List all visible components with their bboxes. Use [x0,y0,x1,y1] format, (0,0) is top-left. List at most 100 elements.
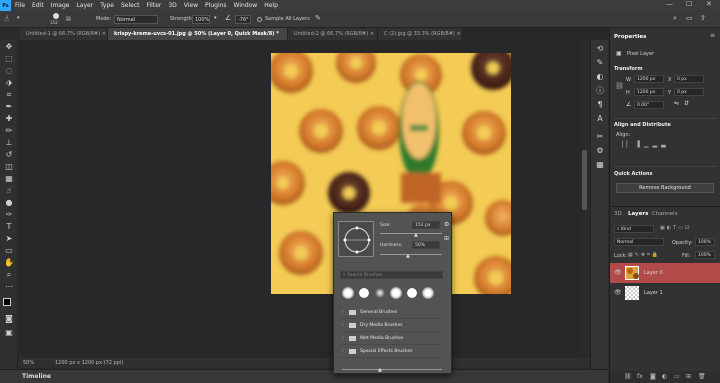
shape-tool-icon[interactable]: ▭ [4,246,14,256]
new-preset-icon[interactable]: ⊞ [444,235,449,242]
quick-mask-icon[interactable]: ◙ [4,314,14,324]
screen-mode-icon[interactable]: ▣ [4,328,14,338]
sample-all-layers-checkbox[interactable] [257,17,262,22]
folder-wet-media-brushes[interactable]: › Wet Media Brushes [340,332,443,345]
search-brushes-input[interactable]: ⌕ Search Brushes [340,271,443,279]
brush-tip-soft[interactable] [390,287,402,299]
angle-input[interactable]: 0.00° [634,101,664,109]
tab-layers[interactable]: Layers [628,211,648,217]
hardness-slider-thumb[interactable]: ▲ [406,253,410,259]
folder-dry-media-brushes[interactable]: › Dry Media Brushes [340,319,443,332]
chevron-right-icon[interactable]: › [103,359,105,365]
brush-settings-icon[interactable]: ▤ [66,16,71,22]
tab-c-2[interactable]: C (2).jpg @ 33.3% (RGB/8#) × [378,28,463,40]
lasso-tool-icon[interactable]: ◌ [4,66,14,76]
history-panel-icon[interactable]: ⟲ [595,44,605,54]
layer-1-name[interactable]: Layer 1 [644,290,663,296]
size-input[interactable]: 152 px [412,221,440,229]
zoom-level[interactable]: 50% [23,360,34,366]
brush-angle-preview[interactable] [338,221,374,257]
link-icon[interactable]: ⛓ [615,82,624,90]
menu-3d[interactable]: 3D [168,2,176,9]
marquee-tool-icon[interactable]: ⬚ [4,54,14,64]
more-tools-icon[interactable]: ⋯ [4,282,14,292]
zoom-tool-icon[interactable]: ⌕ [4,270,14,280]
brush-tip-airbrush[interactable] [422,287,434,299]
flip-horizontal-icon[interactable]: ⇋ [674,100,679,107]
libraries-panel-icon[interactable]: ▦ [595,160,605,170]
brush-panel-icon[interactable]: ✎ [595,58,605,68]
blur-tool-icon[interactable]: ☝ [4,186,14,196]
finger-painting-icon[interactable]: ✎ [315,14,321,22]
align-distribute-header[interactable]: Align and Distribute [614,122,671,128]
hardness-input[interactable]: 50% [412,241,440,249]
blend-mode-select[interactable]: Normal [614,238,664,246]
transform-header[interactable]: Transform [614,66,643,72]
minimize-button[interactable]: — [666,0,673,8]
menu-view[interactable]: View [184,2,198,9]
path-select-tool-icon[interactable]: ➤ [4,234,14,244]
close-window-button[interactable]: ✕ [706,0,712,8]
layer-filter-kind[interactable]: ⌕ Kind [614,225,654,233]
adjustments-panel-icon[interactable]: ◐ [595,72,605,82]
align-icons[interactable]: ▕▏▐▁▂▃ [618,141,670,148]
link-layers-icon[interactable]: ⛓ [624,373,632,380]
menu-window[interactable]: Window [234,2,258,9]
move-tool-icon[interactable]: ✥ [4,42,14,52]
type-tool-icon[interactable]: T [4,222,14,232]
menu-layer[interactable]: Layer [76,2,93,9]
info-panel-icon[interactable]: ⓘ [595,86,605,96]
angle-input[interactable]: -76° [235,15,251,24]
layer-row-layer-1[interactable]: 👁 Layer 1 [610,283,720,303]
tab-krispy-kreme[interactable]: krispy-kreme-uvcs-01.jpg @ 50% (Layer 0,… [108,28,288,40]
preview-size-slider[interactable] [342,369,442,370]
healing-brush-tool-icon[interactable]: ✚ [4,114,14,124]
visibility-eye-icon[interactable]: 👁 [614,269,622,276]
filter-icons[interactable]: ▣◐T▭⊡ [660,225,691,231]
share-icon[interactable]: ⇪ [700,14,706,22]
crop-tool-icon[interactable]: ⌗ [4,90,14,100]
object-select-tool-icon[interactable]: ⬗ [4,78,14,88]
y-input[interactable]: 0 px [674,88,704,96]
dodge-tool-icon[interactable]: ● [4,198,14,208]
preview-slider-thumb[interactable]: ▲ [378,367,382,373]
fill-input[interactable]: 100% [695,251,715,259]
tools-preset-icon[interactable]: ✂ [595,132,605,142]
group-icon[interactable]: ▭ [674,373,680,380]
panel-menu-icon[interactable]: ≡ [710,32,715,39]
smudge-tool-icon[interactable]: ☝ [4,14,9,23]
tab-3d[interactable]: 3D [614,211,622,217]
menu-filter[interactable]: Filter [147,2,162,9]
add-mask-icon[interactable]: ◙ [650,373,656,380]
paragraph-panel-icon[interactable]: ¶ [595,100,605,110]
tab-untitled-1[interactable]: Untitled-1 @ 66.7% (RGB/8#) × [20,28,108,40]
tab-untitled-2[interactable]: Untitled-2 @ 66.7% (RGB/8#) × [288,28,378,40]
brush-tip-round[interactable] [406,287,418,299]
foreground-color-swatch[interactable] [3,298,11,306]
flip-vertical-icon[interactable]: ⇵ [684,100,689,107]
new-layer-icon[interactable]: ⊞ [686,373,691,380]
fx-icon[interactable]: fx [637,373,643,380]
menu-file[interactable]: File [15,2,25,9]
brush-tip-small[interactable] [374,287,386,299]
menu-type[interactable]: Type [100,2,114,9]
properties-icon[interactable]: ⚙ [595,146,605,156]
layer-row-layer-0[interactable]: 👁 Layer 0 [610,263,720,283]
folder-general-brushes[interactable]: › General Brushes [340,306,443,319]
eyedropper-tool-icon[interactable]: ✒ [4,102,14,112]
strength-input[interactable]: 100% [192,15,210,24]
remove-background-button[interactable]: Remove Background [616,183,714,193]
folder-special-effects-brushes[interactable]: › Special Effects Brushes [340,345,443,358]
chevron-down-icon[interactable]: ▾ [214,15,217,21]
menu-image[interactable]: Image [51,2,70,9]
properties-tab[interactable]: Properties [614,34,646,40]
layer-0-name[interactable]: Layer 0 [644,270,663,276]
brush-tool-icon[interactable]: ✏ [4,126,14,136]
lock-icons[interactable]: ▦✎✥⌗🔒 [628,252,660,258]
quick-actions-header[interactable]: Quick Actions [614,171,652,177]
size-slider[interactable] [380,233,442,234]
gear-icon[interactable]: ⚙ [444,221,449,228]
opacity-input[interactable]: 100% [695,238,715,246]
tab-channels[interactable]: Channels [652,211,677,217]
brush-tip-hard-round[interactable] [358,287,370,299]
